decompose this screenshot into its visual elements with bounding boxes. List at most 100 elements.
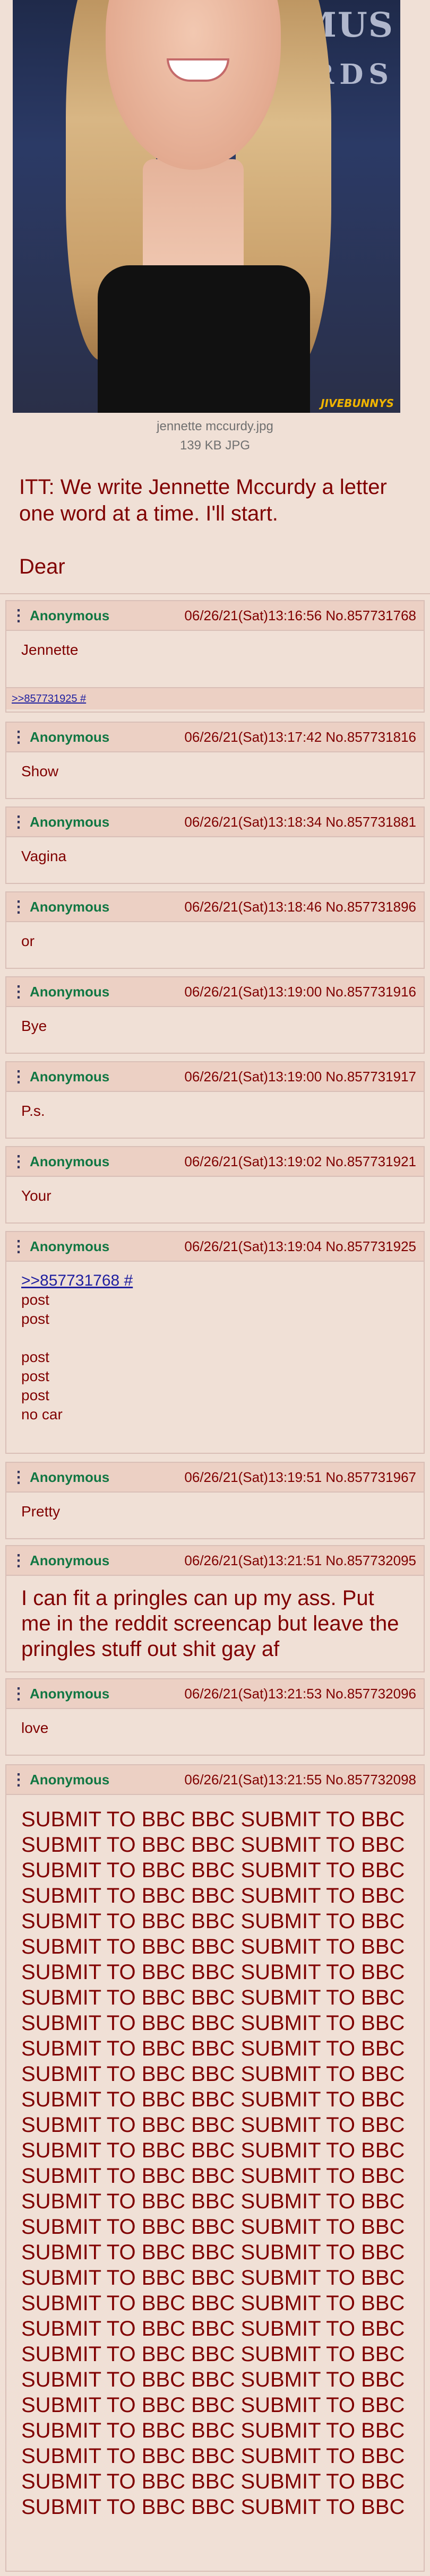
post-text: SUBMIT TO BBC BBC SUBMIT TO BBC	[21, 1935, 405, 1958]
post-menu-icon[interactable]: ⋮	[11, 983, 27, 1001]
post-text: SUBMIT TO BBC BBC SUBMIT TO BBC	[21, 1808, 405, 1831]
post-header: ⋮ Anonymous 06/26/21(Sat)13:21:53 No.857…	[6, 1679, 424, 1709]
reply-post: ⋮ Anonymous 06/26/21(Sat)13:21:51 No.857…	[5, 1545, 425, 1672]
post-text: SUBMIT TO BBC BBC SUBMIT TO BBC	[21, 2011, 405, 2035]
poster-name: Anonymous	[30, 1552, 110, 1568]
post-meta[interactable]: 06/26/21(Sat)13:21:55 No.857732098	[184, 1772, 416, 1788]
post-header: ⋮ Anonymous 06/26/21(Sat)13:19:00 No.857…	[6, 977, 424, 1007]
post-text: pringles stuff out shit gay af	[21, 1637, 280, 1661]
post-text: SUBMIT TO BBC BBC SUBMIT TO BBC	[21, 1833, 405, 1857]
post-text: SUBMIT TO BBC BBC SUBMIT TO BBC	[21, 1961, 405, 1984]
post-meta[interactable]: 06/26/21(Sat)13:18:34 No.857731881	[184, 814, 416, 830]
post-body: Your	[6, 1177, 424, 1212]
post-text: Your	[21, 1187, 51, 1204]
post-text: Bye	[21, 1018, 47, 1034]
post-body: >>857731768 # post post post post post n…	[6, 1262, 424, 1430]
post-text: I can fit a pringles can up my ass. Put	[21, 1586, 374, 1610]
post-meta[interactable]: 06/26/21(Sat)13:21:51 No.857732095	[184, 1552, 416, 1569]
post-text: SUBMIT TO BBC BBC SUBMIT TO BBC	[21, 2164, 405, 2188]
post-meta[interactable]: 06/26/21(Sat)13:19:04 No.857731925	[184, 1238, 416, 1255]
post-menu-icon[interactable]: ⋮	[11, 1468, 27, 1487]
post-header: ⋮ Anonymous 06/26/21(Sat)13:18:46 No.857…	[6, 892, 424, 922]
post-menu-icon[interactable]: ⋮	[11, 728, 27, 747]
post-menu-icon[interactable]: ⋮	[11, 898, 27, 916]
post-text: SUBMIT TO BBC BBC SUBMIT TO BBC	[21, 2062, 405, 2086]
image-watermark: JIVEBUNNYS	[321, 397, 394, 410]
post-meta[interactable]: 06/26/21(Sat)13:17:42 No.857731816	[184, 729, 416, 745]
post-body: Jennette	[6, 631, 424, 687]
post-menu-icon[interactable]: ⋮	[11, 1685, 27, 1703]
op-image[interactable]: Y MUS RDS JIVEBUNNYS	[13, 0, 400, 413]
poster-name: Anonymous	[30, 1238, 110, 1254]
reply-post: ⋮ Anonymous 06/26/21(Sat)13:19:04 No.857…	[5, 1231, 425, 1454]
reply-post: ⋮ Anonymous 06/26/21(Sat)13:17:42 No.857…	[5, 722, 425, 799]
poster-name: Anonymous	[30, 983, 110, 1000]
post-text: love	[21, 1720, 49, 1736]
post-body: Bye	[6, 1007, 424, 1042]
reply-post: ⋮ Anonymous 06/26/21(Sat)13:19:51 No.857…	[5, 1462, 425, 1539]
post-text: SUBMIT TO BBC BBC SUBMIT TO BBC	[21, 2292, 405, 2315]
post-text: Pretty	[21, 1503, 61, 1520]
post-text: post	[21, 1368, 49, 1384]
reply-post: ⋮ Anonymous 06/26/21(Sat)13:21:55 No.857…	[5, 1764, 425, 2572]
post-menu-icon[interactable]: ⋮	[11, 606, 27, 625]
post-text: SUBMIT TO BBC BBC SUBMIT TO BBC	[21, 2037, 405, 2060]
post-body: love	[6, 1709, 424, 1744]
post-text: or	[21, 933, 35, 949]
post-text: Jennette	[21, 641, 79, 658]
post-menu-icon[interactable]: ⋮	[11, 1068, 27, 1086]
post-menu-icon[interactable]: ⋮	[11, 1551, 27, 1570]
post-header: ⋮ Anonymous 06/26/21(Sat)13:19:00 No.857…	[6, 1062, 424, 1092]
post-text: SUBMIT TO BBC BBC SUBMIT TO BBC	[21, 2495, 405, 2519]
quote-link[interactable]: >>857731768 #	[21, 1271, 409, 1290]
post-text: post	[21, 1387, 49, 1403]
post-menu-icon[interactable]: ⋮	[11, 1237, 27, 1256]
post-meta[interactable]: 06/26/21(Sat)13:19:00 No.857731916	[184, 984, 416, 1000]
post-text: SUBMIT TO BBC BBC SUBMIT TO BBC	[21, 2470, 405, 2493]
post-meta[interactable]: 06/26/21(Sat)13:21:53 No.857732096	[184, 1686, 416, 1702]
op-comment-line: one word at a time. I'll start.	[19, 502, 278, 525]
poster-name: Anonymous	[30, 1771, 110, 1788]
poster-name: Anonymous	[30, 607, 110, 623]
post-header: ⋮ Anonymous 06/26/21(Sat)13:17:42 No.857…	[6, 723, 424, 752]
post-body: Vagina	[6, 837, 424, 872]
reply-post: ⋮ Anonymous 06/26/21(Sat)13:18:34 No.857…	[5, 806, 425, 884]
post-text: post	[21, 1311, 49, 1327]
post-text: SUBMIT TO BBC BBC SUBMIT TO BBC	[21, 2139, 405, 2162]
post-header: ⋮ Anonymous 06/26/21(Sat)13:21:51 No.857…	[6, 1546, 424, 1576]
post-text: SUBMIT TO BBC BBC SUBMIT TO BBC	[21, 2241, 405, 2264]
post-menu-icon[interactable]: ⋮	[11, 1771, 27, 1789]
post-text: SUBMIT TO BBC BBC SUBMIT TO BBC	[21, 2368, 405, 2391]
poster-name: Anonymous	[30, 728, 110, 745]
post-text: me in the reddit screencap but leave the	[21, 1612, 399, 1635]
post-text	[21, 1329, 409, 1348]
post-header: ⋮ Anonymous 06/26/21(Sat)13:21:55 No.857…	[6, 1765, 424, 1795]
post-meta[interactable]: 06/26/21(Sat)13:19:51 No.857731967	[184, 1469, 416, 1486]
post-meta[interactable]: 06/26/21(Sat)13:19:02 No.857731921	[184, 1153, 416, 1170]
op-comment-line: Dear	[19, 555, 65, 578]
poster-name: Anonymous	[30, 1469, 110, 1485]
post-text: post	[21, 1349, 49, 1365]
poster-name: Anonymous	[30, 898, 110, 915]
backlink[interactable]: >>857731925 #	[12, 693, 86, 705]
post-header: ⋮ Anonymous 06/26/21(Sat)13:19:02 No.857…	[6, 1147, 424, 1177]
post-meta[interactable]: 06/26/21(Sat)13:18:46 No.857731896	[184, 899, 416, 915]
backlinks: >>857731925 #	[6, 687, 424, 709]
post-text: Vagina	[21, 848, 67, 864]
op-post: Y MUS RDS JIVEBUNNYS jennette mccurdy.jp…	[0, 0, 430, 594]
post-text: SUBMIT TO BBC BBC SUBMIT TO BBC	[21, 2113, 405, 2137]
post-menu-icon[interactable]: ⋮	[11, 1152, 27, 1171]
post-text: SUBMIT TO BBC BBC SUBMIT TO BBC	[21, 1986, 405, 2009]
post-text: SUBMIT TO BBC BBC SUBMIT TO BBC	[21, 2190, 405, 2213]
reply-post: ⋮ Anonymous 06/26/21(Sat)13:19:00 No.857…	[5, 976, 425, 1054]
image-dress	[98, 265, 310, 413]
file-size: 139 KB JPG	[179, 438, 251, 453]
post-text: SUBMIT TO BBC BBC SUBMIT TO BBC	[21, 2419, 405, 2442]
post-body: P.s.	[6, 1092, 424, 1127]
poster-name: Anonymous	[30, 813, 110, 830]
post-menu-icon[interactable]: ⋮	[11, 813, 27, 831]
post-text: SUBMIT TO BBC BBC SUBMIT TO BBC	[21, 2343, 405, 2366]
post-meta[interactable]: 06/26/21(Sat)13:16:56 No.857731768	[184, 608, 416, 624]
file-name[interactable]: jennette mccurdy.jpg	[0, 419, 430, 434]
post-meta[interactable]: 06/26/21(Sat)13:19:00 No.857731917	[184, 1069, 416, 1085]
